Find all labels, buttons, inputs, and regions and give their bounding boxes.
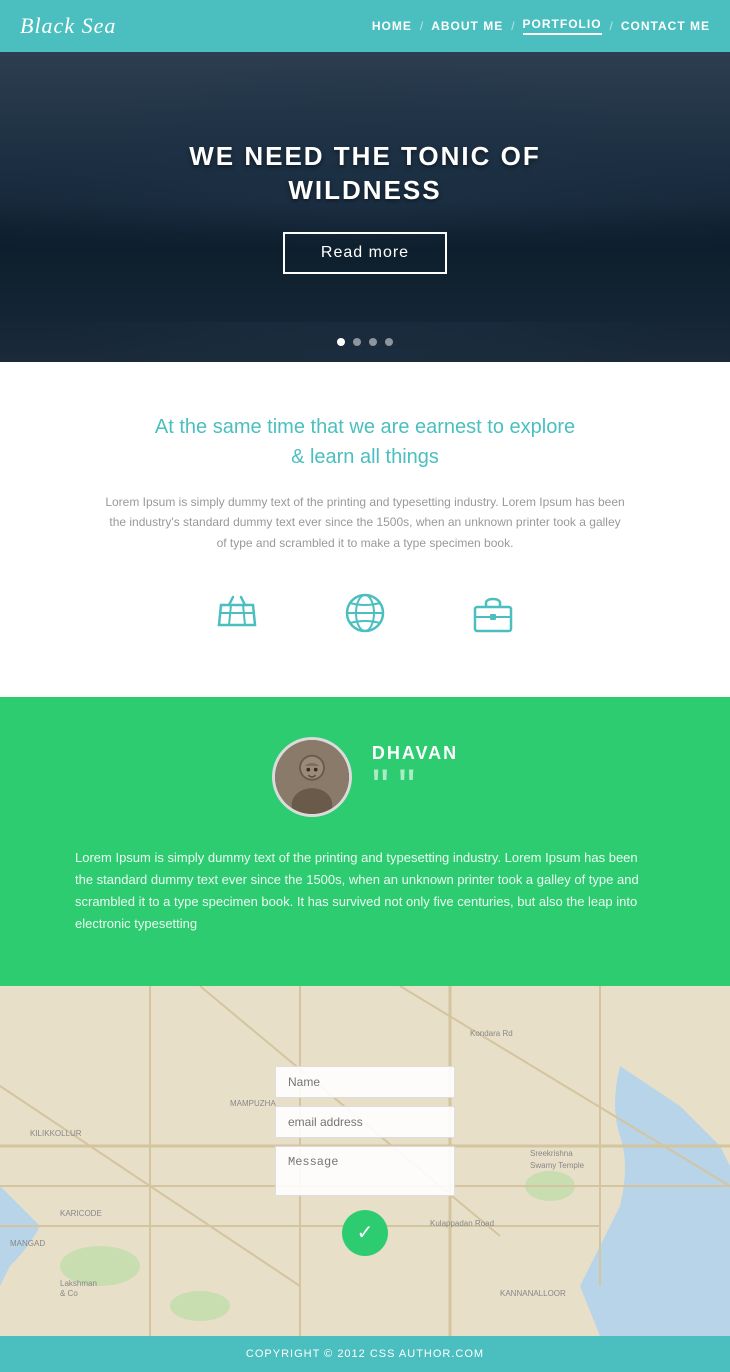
about-body: Lorem Ipsum is simply dummy text of the … [105, 492, 625, 553]
svg-text:Swamy Temple: Swamy Temple [530, 1161, 585, 1170]
hero-title: WE NEED THE TONIC OF WILDNESS [189, 140, 541, 208]
dot-3[interactable] [369, 338, 377, 346]
contact-name-input[interactable] [275, 1066, 455, 1098]
briefcase-icon [469, 589, 517, 637]
svg-text:Kondara Rd: Kondara Rd [470, 1029, 513, 1038]
basket-icon [213, 589, 261, 637]
dot-1[interactable] [337, 338, 345, 346]
avatar-image [275, 740, 349, 814]
globe-icon [341, 589, 389, 637]
footer-copyright: COPYRIGHT © 2012 CSS AUTHOR.COM [246, 1348, 484, 1360]
svg-text:KARICODE: KARICODE [60, 1209, 102, 1218]
hero-content: WE NEED THE TONIC OF WILDNESS Read more [189, 140, 541, 274]
submit-button[interactable]: ✓ [342, 1210, 388, 1256]
nav-about[interactable]: ABOUT ME [431, 19, 503, 33]
nav-contact[interactable]: CONTACT ME [621, 19, 710, 33]
checkmark-icon: ✓ [357, 1220, 374, 1245]
nav-home[interactable]: HOME [372, 19, 412, 33]
read-more-button[interactable]: Read more [283, 232, 447, 274]
briefcase-icon-item [469, 589, 517, 637]
testimonial-section: DHAVAN " " Lorem Ipsum is simply dummy t… [0, 697, 730, 985]
hero-dots [0, 338, 730, 346]
testimonial-info: DHAVAN " " [372, 743, 458, 812]
avatar [272, 737, 352, 817]
icons-row [80, 589, 650, 657]
testimonial-text: Lorem Ipsum is simply dummy text of the … [75, 847, 655, 935]
footer: COPYRIGHT © 2012 CSS AUTHOR.COM [0, 1336, 730, 1372]
nav-sep-2: / [511, 19, 514, 33]
nav: HOME / ABOUT ME / PORTFOLIO / CONTACT ME [372, 17, 710, 35]
about-headline: At the same time that we are earnest to … [80, 412, 650, 472]
basket-icon-item [213, 589, 261, 637]
hero-section: WE NEED THE TONIC OF WILDNESS Read more [0, 52, 730, 362]
nav-sep-1: / [420, 19, 423, 33]
svg-text:& Co: & Co [60, 1289, 78, 1298]
nav-sep-3: / [610, 19, 613, 33]
svg-text:Lakshman: Lakshman [60, 1279, 97, 1288]
header: Black Sea HOME / ABOUT ME / PORTFOLIO / … [0, 0, 730, 52]
svg-text:MANGAD: MANGAD [10, 1239, 45, 1248]
logo: Black Sea [20, 13, 116, 39]
dot-2[interactable] [353, 338, 361, 346]
testimonial-header: DHAVAN " " [60, 737, 670, 817]
quote-marks: " " [372, 764, 458, 812]
globe-icon-item [341, 589, 389, 637]
svg-text:Sreekrishna: Sreekrishna [530, 1149, 573, 1158]
contact-email-input[interactable] [275, 1106, 455, 1138]
svg-text:KILIKKOLLUR: KILIKKOLLUR [30, 1129, 82, 1138]
dot-4[interactable] [385, 338, 393, 346]
contact-message-input[interactable] [275, 1146, 455, 1196]
nav-portfolio[interactable]: PORTFOLIO [523, 17, 602, 35]
svg-text:KANNANALLOOR: KANNANALLOOR [500, 1289, 566, 1298]
about-section: At the same time that we are earnest to … [0, 362, 730, 697]
